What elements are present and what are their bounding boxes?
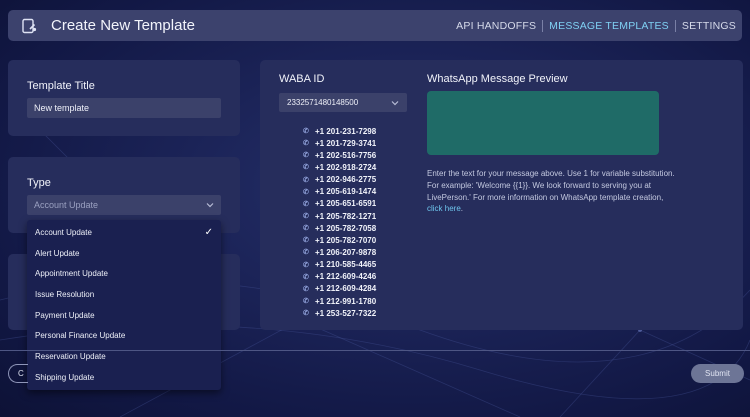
template-title-card: Template Title New template	[8, 60, 240, 136]
phone-icon: ✆	[303, 176, 309, 184]
dropdown-option-appointment-update[interactable]: Appointment Update	[27, 263, 221, 284]
phone-number-item[interactable]: ✆ +1 206-207-9878	[303, 246, 376, 258]
dropdown-option-payment-update[interactable]: Payment Update	[27, 305, 221, 326]
option-label: Payment Update	[35, 310, 95, 320]
help-text-end: .	[460, 204, 464, 214]
phone-number-item[interactable]: ✆ +1 202-946-2775	[303, 174, 376, 186]
option-label: Account Update	[35, 227, 92, 237]
type-select[interactable]: Account Update	[27, 195, 221, 215]
dropdown-option-issue-resolution[interactable]: Issue Resolution	[27, 284, 221, 305]
option-label: Issue Resolution	[35, 289, 95, 299]
dropdown-option-alert-update[interactable]: Alert Update	[27, 243, 221, 264]
nav-settings[interactable]: SETTINGS	[682, 20, 736, 32]
submit-button[interactable]: Submit	[691, 364, 744, 383]
option-label: Reservation Update	[35, 351, 106, 361]
phone-number-text: +1 212-991-1780	[315, 296, 377, 306]
type-select-value: Account Update	[34, 200, 99, 210]
waba-id-select[interactable]: 2332571480148500	[279, 93, 407, 112]
whatsapp-message-preview	[427, 91, 659, 155]
phone-number-text: +1 205-782-1271	[315, 211, 377, 221]
option-label: Personal Finance Update	[35, 331, 126, 341]
preview-help-text: Enter the text for your message above. U…	[427, 168, 677, 215]
phone-number-text: +1 253-527-7322	[315, 308, 377, 318]
phone-icon: ✆	[303, 188, 309, 196]
type-dropdown-list: Account Update ✓ Alert Update Appointmen…	[27, 220, 221, 390]
phone-icon: ✆	[303, 310, 309, 318]
phone-number-text: +1 201-231-7298	[315, 126, 377, 136]
phone-number-item[interactable]: ✆ +1 205-782-1271	[303, 210, 376, 222]
type-label: Type	[27, 177, 51, 189]
waba-id-value: 2332571480148500	[287, 98, 359, 107]
option-label: Shipping Update	[35, 372, 95, 382]
phone-icon: ✆	[303, 237, 309, 245]
app-header: Create New Template API HANDOFFS MESSAGE…	[8, 10, 742, 41]
phone-number-item[interactable]: ✆ +1 212-991-1780	[303, 295, 376, 307]
option-label: Appointment Update	[35, 269, 108, 279]
nav-message-templates[interactable]: MESSAGE TEMPLATES	[549, 20, 669, 32]
nav-separator	[674, 19, 676, 32]
phone-number-text: +1 201-729-3741	[315, 138, 377, 148]
phone-number-item[interactable]: ✆ +1 205-782-7058	[303, 222, 376, 234]
phone-number-text: +1 205-651-6591	[315, 199, 377, 209]
phone-number-text: +1 205-782-7070	[315, 235, 377, 245]
page-title: Create New Template	[51, 17, 195, 34]
phone-number-item[interactable]: ✆ +1 205-782-7070	[303, 234, 376, 246]
phone-icon: ✆	[303, 128, 309, 136]
option-label: Alert Update	[35, 248, 80, 258]
phone-number-text: +1 202-946-2775	[315, 175, 377, 185]
phone-number-item[interactable]: ✆ +1 212-609-4246	[303, 271, 376, 283]
footer-divider	[0, 350, 750, 351]
checkmark-icon: ✓	[204, 226, 213, 238]
dropdown-option-shipping-update[interactable]: Shipping Update	[27, 367, 221, 388]
phone-number-text: +1 205-619-1474	[315, 187, 377, 197]
dropdown-option-personal-finance-update[interactable]: Personal Finance Update	[27, 325, 221, 346]
phone-icon: ✆	[303, 261, 309, 269]
phone-icon: ✆	[303, 273, 309, 281]
phone-number-text: +1 205-782-7058	[315, 223, 377, 233]
phone-icon: ✆	[303, 249, 309, 257]
phone-number-item[interactable]: ✆ +1 201-729-3741	[303, 137, 376, 149]
phone-icon: ✆	[303, 213, 309, 221]
waba-id-label: WABA ID	[279, 73, 325, 85]
phone-number-item[interactable]: ✆ +1 205-619-1474	[303, 186, 376, 198]
template-doc-icon	[22, 18, 37, 33]
phone-icon: ✆	[303, 200, 309, 208]
phone-number-item[interactable]: ✆ +1 202-918-2724	[303, 161, 376, 173]
phone-number-item[interactable]: ✆ +1 212-609-4284	[303, 283, 376, 295]
phone-number-item[interactable]: ✆ +1 202-516-7756	[303, 149, 376, 161]
phone-icon: ✆	[303, 225, 309, 233]
phone-icon: ✆	[303, 152, 309, 160]
phone-number-text: +1 210-585-4465	[315, 260, 377, 270]
help-text-body: Enter the text for your message above. U…	[427, 169, 675, 202]
dropdown-option-account-update[interactable]: Account Update ✓	[27, 222, 221, 243]
phone-icon: ✆	[303, 285, 309, 293]
nav-separator	[542, 19, 544, 32]
template-title-input[interactable]: New template	[27, 98, 221, 118]
phone-number-text: +1 212-609-4284	[315, 284, 377, 294]
phone-number-text: +1 206-207-9878	[315, 247, 377, 257]
phone-number-item[interactable]: ✆ +1 210-585-4465	[303, 259, 376, 271]
phone-number-item[interactable]: ✆ +1 253-527-7322	[303, 307, 376, 319]
click-here-link[interactable]: click here	[427, 204, 461, 213]
phone-icon: ✆	[303, 140, 309, 148]
chevron-down-icon	[206, 203, 214, 208]
nav-api-handoffs[interactable]: API HANDOFFS	[456, 20, 536, 32]
phone-number-text: +1 202-918-2724	[315, 162, 377, 172]
phone-number-item[interactable]: ✆ +1 205-651-6591	[303, 198, 376, 210]
phone-number-text: +1 212-609-4246	[315, 272, 377, 282]
phone-icon: ✆	[303, 298, 309, 306]
phone-number-list: ✆ +1 201-231-7298 ✆ +1 201-729-3741 ✆ +1 202-…	[303, 125, 376, 319]
chevron-down-icon	[391, 100, 399, 105]
phone-icon: ✆	[303, 164, 309, 172]
preview-label: WhatsApp Message Preview	[427, 73, 568, 85]
phone-number-text: +1 202-516-7756	[315, 150, 377, 160]
top-nav: API HANDOFFS MESSAGE TEMPLATES SETTINGS	[456, 10, 736, 41]
phone-number-item[interactable]: ✆ +1 201-231-7298	[303, 125, 376, 137]
cancel-button[interactable]: C	[8, 364, 28, 383]
template-title-label: Template Title	[27, 80, 95, 92]
